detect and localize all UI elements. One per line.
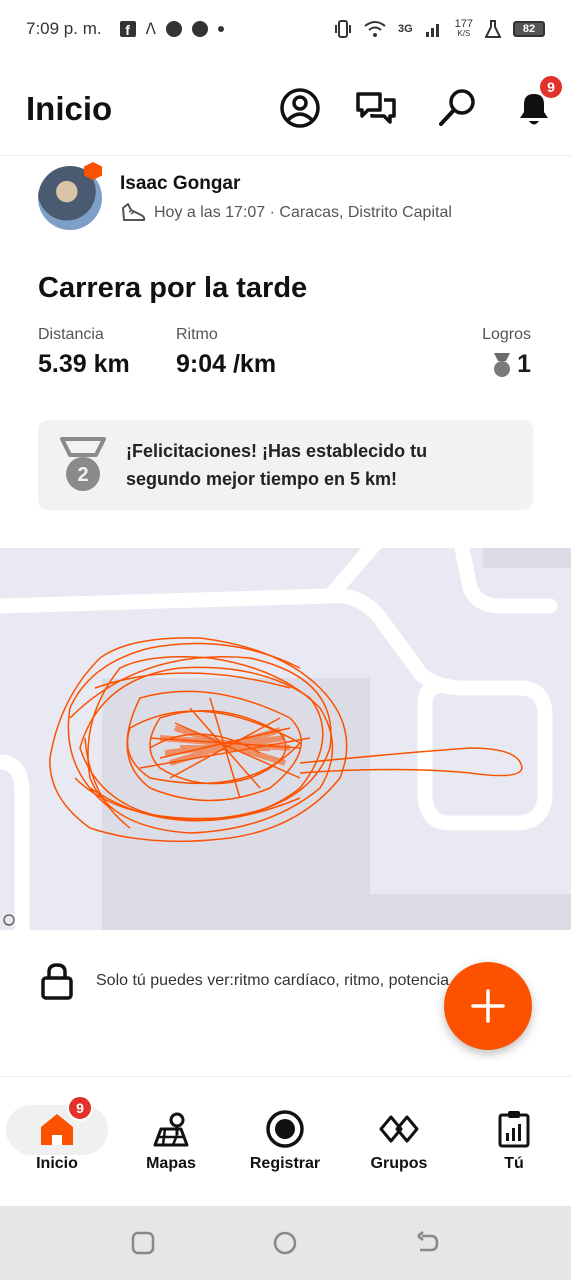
- wifi-icon: [364, 21, 386, 37]
- signal-icon: [425, 24, 439, 37]
- map-block: [102, 678, 370, 930]
- nav-label: Grupos: [370, 1155, 428, 1172]
- record-icon: [266, 1110, 304, 1148]
- shoe-icon: [122, 203, 146, 221]
- map-block: [365, 894, 571, 930]
- back-button[interactable]: [414, 1230, 440, 1256]
- nav-item-inicio[interactable]: Inicio 9: [7, 1095, 107, 1173]
- chat-icon: [356, 92, 396, 124]
- stat-value: 1: [517, 350, 531, 378]
- author-name[interactable]: Isaac Gongar: [120, 173, 240, 195]
- activity-title[interactable]: Carrera por la tarde: [38, 272, 307, 305]
- groups-icon: [379, 1115, 419, 1143]
- stat-value: 9:04 /km: [176, 350, 277, 378]
- facebook-icon: f: [119, 21, 136, 37]
- privacy-notice: Solo tú puedes ver:ritmo cardíaco, ritmo…: [40, 962, 456, 1000]
- profile-button[interactable]: [278, 86, 322, 130]
- nav-label: Registrar: [249, 1155, 321, 1172]
- status-bar: 7:09 p. m. f ᐱ 3G 177 K/S 82: [0, 0, 571, 58]
- flask-icon: [485, 20, 501, 38]
- strava-icon: ᐱ: [145, 21, 156, 38]
- plus-icon: [471, 989, 505, 1023]
- net-speed: 177 K/S: [454, 18, 473, 39]
- profile-icon: [280, 88, 320, 128]
- vibrate-icon: [334, 20, 351, 38]
- status-time: 7:09 p. m.: [26, 19, 102, 38]
- stat-distance: Distancia 5.39 km: [38, 326, 130, 379]
- map-canvas: [0, 548, 571, 930]
- map-block: [483, 548, 571, 568]
- notifications-button[interactable]: 9: [512, 74, 564, 130]
- map-attribution-icon[interactable]: [3, 914, 15, 926]
- privacy-text: Solo tú puedes ver:ritmo cardíaco, ritmo…: [96, 972, 450, 989]
- home-system-button[interactable]: [272, 1230, 298, 1256]
- stat-label: Ritmo: [176, 326, 218, 343]
- soccer-ball-icon: [191, 21, 208, 37]
- stat-achievements: Logros 1: [482, 326, 531, 379]
- stat-pace: Ritmo 9:04 /km: [176, 326, 276, 379]
- soccer-ball-icon: [165, 21, 182, 37]
- nav-badge: 9: [67, 1095, 93, 1121]
- recents-button[interactable]: [130, 1230, 156, 1256]
- nav-item-grupos[interactable]: Grupos: [349, 1099, 449, 1173]
- clipboard-chart-icon: [498, 1111, 530, 1148]
- more-dot-icon: [217, 26, 224, 32]
- activity-meta: Hoy a las 17:07 · Caracas, Distrito Capi…: [120, 202, 452, 224]
- bottom-nav: Inicio 9 Mapas Registrar Grupos Tú: [0, 1076, 571, 1204]
- achievement-banner[interactable]: 2 ¡Felicitaciones! ¡Has establecido tu s…: [38, 420, 533, 510]
- nav-item-tu[interactable]: Tú: [464, 1099, 564, 1173]
- nav-label: Mapas: [146, 1155, 196, 1172]
- nav-item-registrar[interactable]: Registrar: [235, 1099, 335, 1173]
- medal-icon: [494, 352, 511, 377]
- page-title: Inicio: [26, 90, 113, 127]
- add-button[interactable]: [444, 962, 532, 1050]
- battery-indicator: 82: [513, 21, 545, 37]
- activity-date-location: Hoy a las 17:07 · Caracas, Distrito Capi…: [154, 204, 452, 221]
- map-pin-icon: [153, 1112, 189, 1147]
- messages-button[interactable]: [354, 86, 398, 130]
- app-header: Inicio 9: [0, 64, 571, 156]
- search-icon: [439, 89, 475, 126]
- nav-label: Tú: [504, 1155, 524, 1172]
- nav-item-mapas[interactable]: Mapas: [121, 1099, 221, 1173]
- stat-label: Logros: [482, 326, 531, 343]
- nav-label: Inicio: [36, 1155, 78, 1172]
- stat-label: Distancia: [38, 326, 104, 343]
- route-map[interactable]: [0, 548, 571, 930]
- medal-icon: 2: [60, 437, 106, 491]
- notifications-badge: 9: [538, 74, 564, 100]
- medal-number: 2: [77, 464, 88, 486]
- lock-icon: [41, 963, 73, 1000]
- search-button[interactable]: [436, 86, 480, 130]
- achievement-text: ¡Felicitaciones! ¡Has establecido tu seg…: [126, 441, 428, 489]
- network-type: 3G: [397, 23, 413, 35]
- stat-value: 5.39 km: [38, 350, 130, 378]
- system-nav-bar: [0, 1206, 571, 1280]
